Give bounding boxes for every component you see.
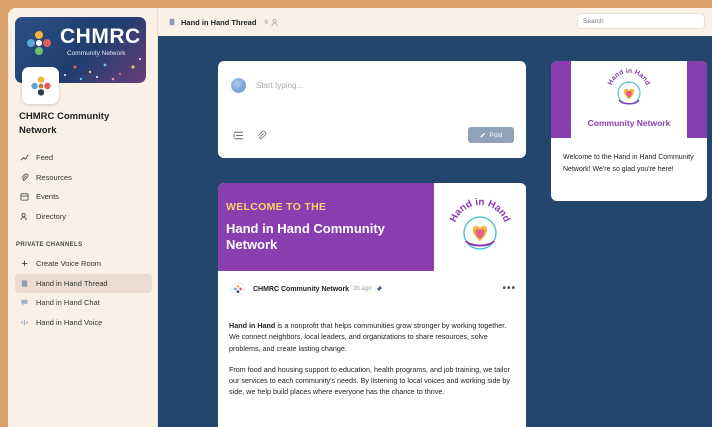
post-paragraph-1: Hand in Hand is a nonprofit that helps c… bbox=[229, 320, 518, 354]
welcome-card: Hand in Hand Community Network Welcome t… bbox=[551, 61, 707, 201]
post-body: Hand in Hand is a nonprofit that helps c… bbox=[229, 320, 518, 408]
post-meta: CHMRC Community Network 3h ago ••• bbox=[231, 282, 516, 296]
chmrc-logo-icon bbox=[234, 285, 242, 293]
main-content: Start typing... Post WELCOME TO THE Hand… bbox=[158, 36, 712, 427]
thread-icon bbox=[169, 18, 175, 26]
channel-label: Hand in Hand Voice bbox=[36, 317, 103, 327]
post-body-bold: Hand in Hand bbox=[229, 321, 276, 330]
people-icon bbox=[20, 212, 27, 220]
section-label-private-channels: PRIVATE CHANNELS bbox=[16, 242, 83, 248]
hero-banner: WELCOME TO THE Hand in Hand Community Ne… bbox=[218, 183, 434, 271]
user-avatar bbox=[231, 78, 246, 93]
svg-text:Hand in Hand: Hand in Hand bbox=[448, 197, 512, 224]
logo-arc-text: Hand in Hand bbox=[448, 197, 512, 224]
channel-hand-in-hand-chat[interactable]: Hand in Hand Chat bbox=[15, 293, 152, 313]
nav-item-directory[interactable]: Directory bbox=[15, 207, 152, 227]
search-input[interactable] bbox=[577, 13, 705, 29]
paperclip-icon[interactable] bbox=[256, 130, 267, 141]
chmrc-logo-icon bbox=[30, 75, 51, 96]
welcome-card-image: Hand in Hand Community Network bbox=[551, 61, 707, 138]
nav-item-resources[interactable]: Resources bbox=[15, 168, 152, 188]
thread-title-text: Hand in Hand Thread bbox=[181, 17, 257, 27]
channel-hand-in-hand-voice[interactable]: Hand in Hand Voice bbox=[15, 313, 152, 333]
hand-in-hand-logo-icon: Hand in Hand bbox=[607, 68, 651, 105]
post-button[interactable]: Post bbox=[468, 127, 514, 143]
channel-create-voice-room[interactable]: Create Voice Room bbox=[15, 254, 152, 274]
chmrc-logo-icon bbox=[27, 31, 51, 55]
thread-icon bbox=[21, 280, 28, 287]
channel-label: Hand in Hand Chat bbox=[36, 298, 100, 308]
welcome-card-text: Welcome to the Hand in Hand Community Ne… bbox=[563, 154, 694, 173]
channel-label: Hand in Hand Thread bbox=[36, 278, 108, 288]
voice-icon bbox=[21, 319, 28, 325]
hand-in-hand-logo: Hand in Hand bbox=[434, 183, 526, 271]
nav-item-label: Directory bbox=[36, 211, 67, 221]
app-window: CHMRC Community Network CHMRC Community … bbox=[8, 8, 712, 427]
author-avatar[interactable] bbox=[231, 282, 245, 296]
channel-list: Create Voice Room Hand in Hand Thread Ha… bbox=[15, 254, 152, 332]
nav-item-label: Feed bbox=[36, 153, 54, 163]
banner-subtitle: Community Network bbox=[67, 50, 126, 57]
pin-icon bbox=[376, 285, 383, 292]
pinned-post: WELCOME TO THE Hand in Hand Community Ne… bbox=[218, 183, 526, 427]
hero-kicker: WELCOME TO THE bbox=[226, 201, 327, 213]
calendar-icon bbox=[20, 193, 29, 201]
channel-hand-in-hand-thread[interactable]: Hand in Hand Thread bbox=[15, 273, 152, 293]
member-count[interactable]: 6 bbox=[264, 18, 280, 27]
logo-arc-text: Hand in Hand bbox=[607, 68, 651, 86]
trending-icon bbox=[20, 154, 29, 161]
post-composer: Start typing... Post bbox=[218, 61, 526, 158]
hero-title: Hand in Hand Community Network bbox=[226, 221, 385, 252]
post-hero-image: WELCOME TO THE Hand in Hand Community Ne… bbox=[218, 183, 526, 271]
top-bar: Hand in Hand Thread 6 bbox=[158, 8, 712, 36]
banner-title: CHMRC bbox=[60, 25, 141, 48]
nav-item-feed[interactable]: Feed bbox=[15, 148, 152, 168]
server-avatar[interactable] bbox=[22, 67, 59, 104]
post-timestamp: 3h ago bbox=[353, 286, 372, 292]
post-paragraph-2: From food and housing support to educati… bbox=[229, 364, 511, 397]
svg-text:Hand in Hand: Hand in Hand bbox=[607, 68, 651, 86]
sidebar: CHMRC Community Network CHMRC Community … bbox=[8, 8, 158, 427]
nav-item-events[interactable]: Events bbox=[15, 187, 152, 207]
chat-icon bbox=[21, 300, 28, 306]
main-nav: Feed Resources Events Directory bbox=[15, 148, 152, 226]
format-list-icon[interactable] bbox=[233, 130, 244, 141]
post-author[interactable]: CHMRC Community Network bbox=[253, 286, 349, 293]
pencil-icon bbox=[480, 132, 486, 138]
welcome-card-caption: Community Network bbox=[587, 118, 671, 128]
thread-title: Hand in Hand Thread bbox=[168, 18, 256, 27]
post-button-label: Post bbox=[489, 131, 503, 139]
hand-in-hand-logo-icon: Hand in Hand bbox=[448, 197, 512, 250]
nav-item-label: Events bbox=[36, 192, 59, 202]
server-name: CHMRC Community Network bbox=[19, 111, 110, 136]
composer-input[interactable]: Start typing... bbox=[256, 81, 303, 90]
nav-item-label: Resources bbox=[36, 172, 72, 182]
channel-label: Create Voice Room bbox=[36, 259, 102, 269]
member-count-value: 6 bbox=[264, 18, 269, 26]
more-options-button[interactable]: ••• bbox=[502, 283, 516, 294]
paperclip-icon bbox=[21, 173, 29, 181]
plus-icon bbox=[21, 261, 28, 267]
people-icon bbox=[271, 18, 278, 26]
